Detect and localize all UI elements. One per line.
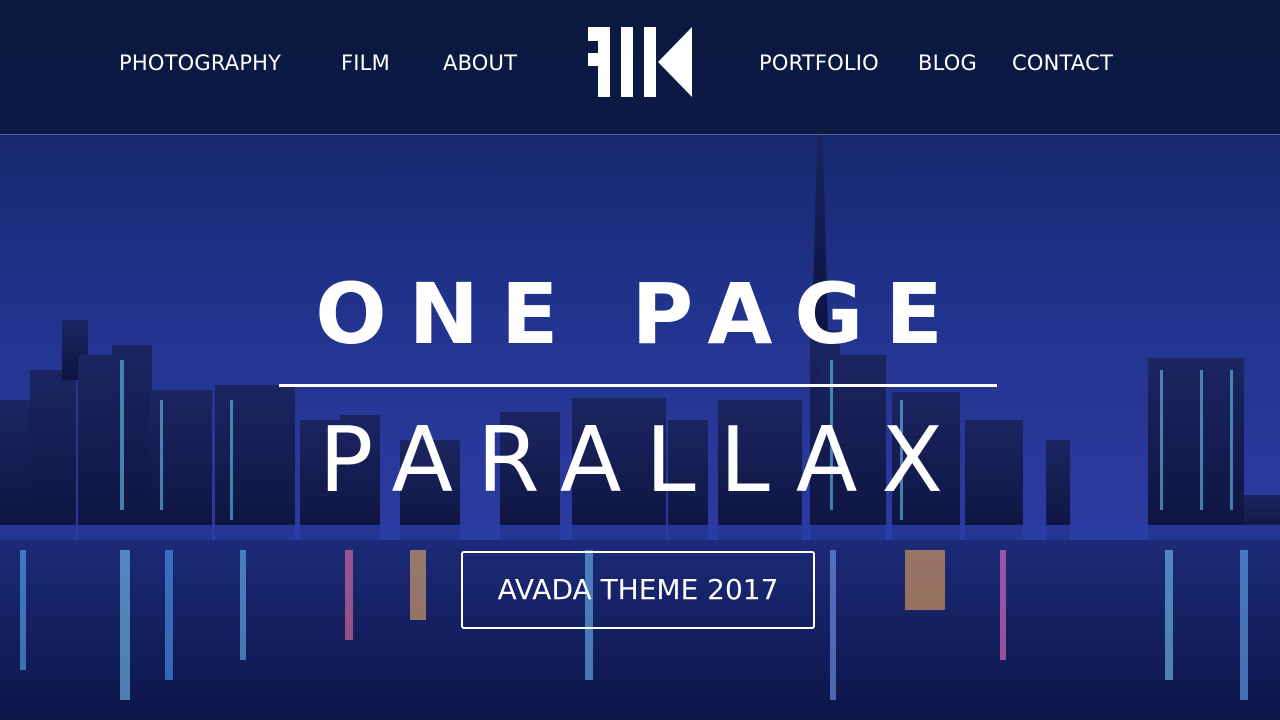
fk-monogram-logo-icon[interactable] bbox=[588, 27, 692, 97]
hero-divider bbox=[279, 384, 997, 387]
top-navigation-bar: PHOTOGRAPHY FILM ABOUT PORTFOLIO BLOG CO… bbox=[0, 0, 1280, 135]
page: PHOTOGRAPHY FILM ABOUT PORTFOLIO BLOG CO… bbox=[0, 0, 1280, 720]
hero-title-line1: ONE PAGE bbox=[315, 265, 965, 363]
hero-title-line2: PARALLAX bbox=[318, 408, 968, 513]
nav-item-contact[interactable]: CONTACT bbox=[1012, 51, 1113, 75]
nav-item-about[interactable]: ABOUT bbox=[443, 51, 517, 75]
nav-item-blog[interactable]: BLOG bbox=[918, 51, 977, 75]
nav-item-portfolio[interactable]: PORTFOLIO bbox=[759, 51, 879, 75]
avada-theme-button[interactable]: AVADA THEME 2017 bbox=[461, 551, 815, 629]
nav-item-film[interactable]: FILM bbox=[341, 51, 390, 75]
nav-item-photography[interactable]: PHOTOGRAPHY bbox=[119, 51, 281, 75]
